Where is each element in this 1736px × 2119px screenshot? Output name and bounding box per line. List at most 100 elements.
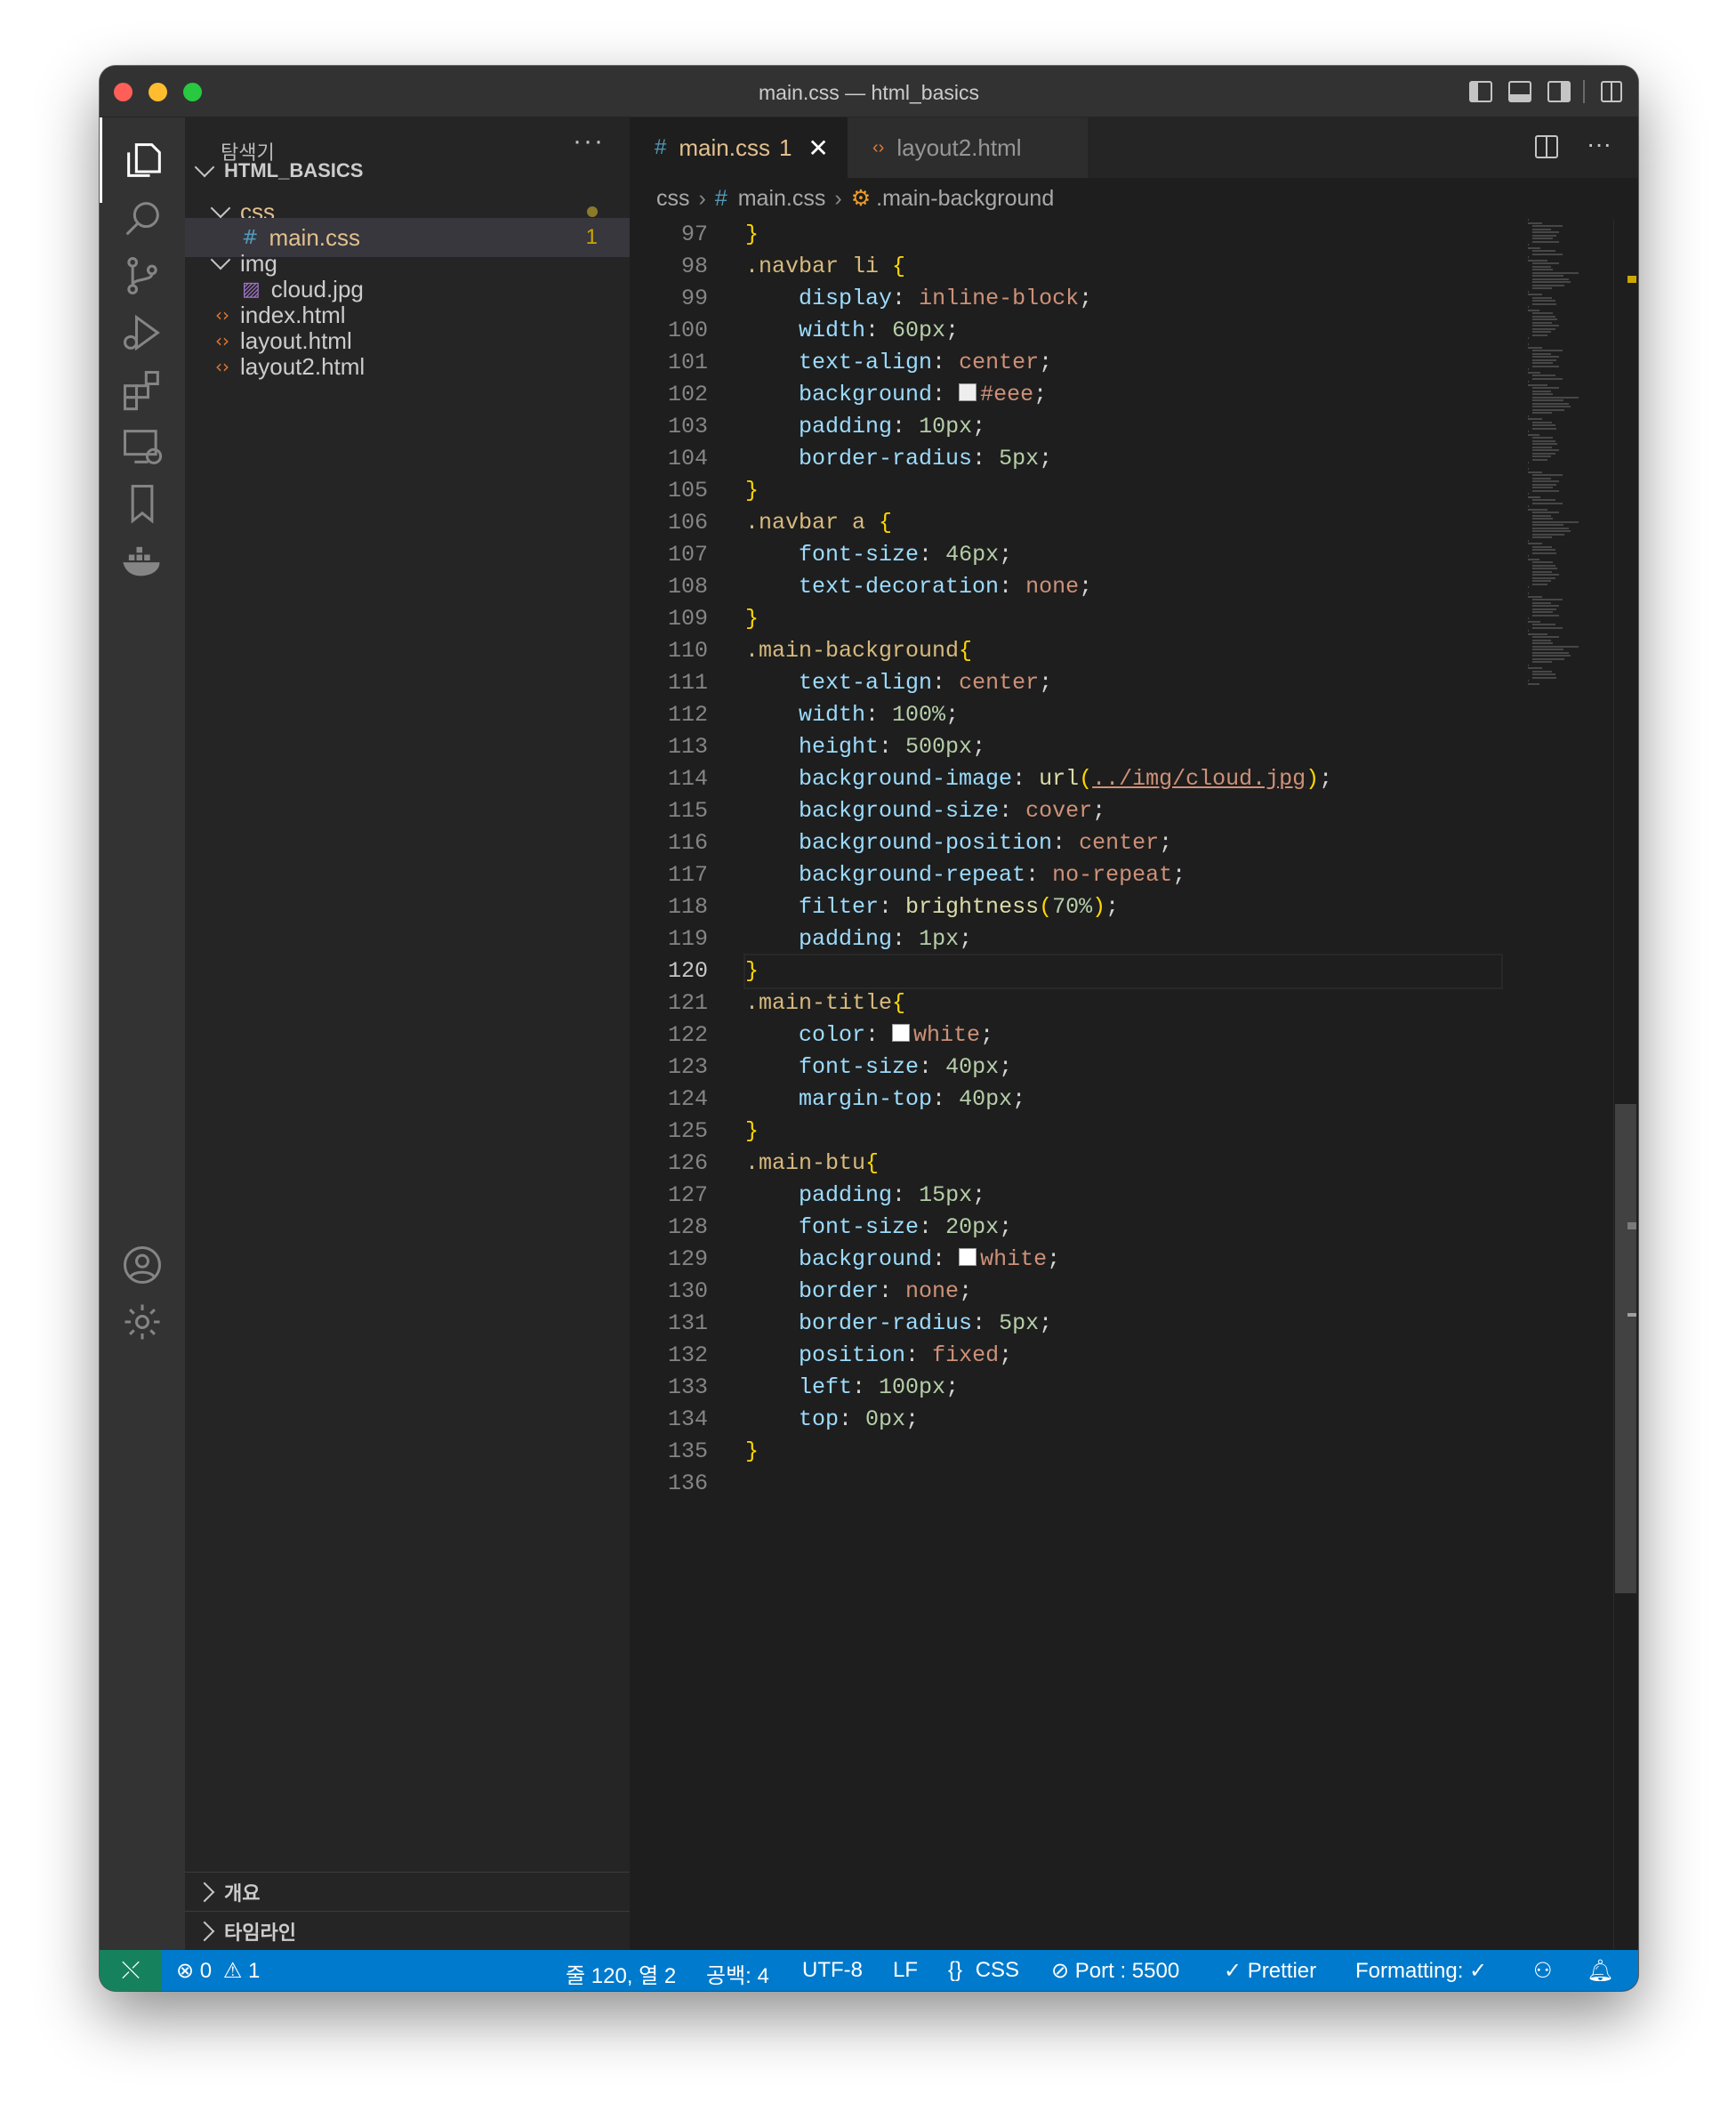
indentation-setting[interactable]: 공백: 4 [706, 1958, 769, 1989]
code-line[interactable]: .main-title{ [745, 987, 1501, 1019]
code-line[interactable] [745, 1468, 1501, 1500]
code-line[interactable]: } [745, 1436, 1501, 1468]
code-line[interactable]: padding: 15px; [745, 1180, 1501, 1212]
remote-icon[interactable]: ⤬ [100, 1950, 162, 1991]
minimap-line [1531, 278, 1570, 280]
minimap-line [1528, 256, 1530, 258]
code-line[interactable]: color: white; [745, 1019, 1501, 1051]
code-line[interactable]: width: 60px; [745, 315, 1501, 347]
live-server-port[interactable]: ⊘ Port : 5500 [1051, 1958, 1179, 1984]
code-line[interactable]: } [743, 954, 1503, 989]
code-line[interactable]: font-size: 46px; [745, 539, 1501, 571]
vscode-window: main.css — html_basics 탐색기 ··· HTML_BASI… [100, 66, 1638, 1991]
minimap-line [1531, 362, 1554, 364]
minimap-line [1531, 524, 1563, 526]
symbol-class-icon: ⚙ [850, 186, 872, 211]
timeline-section[interactable]: 타임라인 [185, 1911, 630, 1951]
workspace-root[interactable]: HTML_BASICS [185, 151, 630, 190]
code-line[interactable]: padding: 10px; [745, 411, 1501, 443]
customize-layout-icon[interactable] [1601, 81, 1622, 102]
code-lines[interactable]: } .navbar li { display: inline-block; wid… [743, 219, 1503, 1500]
code-line[interactable]: } [745, 603, 1501, 635]
eol-setting[interactable]: LF [893, 1958, 918, 1983]
minimap-line [1528, 290, 1530, 293]
problems-indicator[interactable]: ⊗ 0 ⚠ 1 [176, 1958, 260, 1984]
line-number: 101 [667, 350, 708, 375]
code-line[interactable]: background: #eee; [745, 379, 1501, 411]
code-line[interactable]: } [745, 219, 1501, 251]
chevron-down-icon [194, 157, 215, 178]
code-line[interactable]: background-size: cover; [745, 795, 1501, 827]
vertical-scrollbar-track[interactable] [1613, 219, 1638, 1950]
line-number: 129 [667, 1246, 708, 1272]
code-line[interactable]: border-radius: 5px; [745, 1308, 1501, 1340]
toggle-primary-sidebar-icon[interactable] [1469, 81, 1492, 102]
tab-main-css[interactable]: # main.css 1 ✕ [630, 117, 848, 178]
code-line[interactable]: display: inline-block; [745, 283, 1501, 315]
code-editor[interactable]: 97 98 99 100 101 102 103 104 105 106 107 108 109 110 1… [630, 219, 1638, 1950]
breadcrumb-item[interactable]: css [656, 186, 690, 212]
code-line[interactable]: border: none; [745, 1276, 1501, 1308]
cursor-position[interactable]: 줄 120, 열 2 [566, 1958, 676, 1989]
code-line[interactable]: text-align: center; [745, 667, 1501, 699]
code-line[interactable]: } [745, 475, 1501, 507]
code-line[interactable]: height: 500px; [745, 731, 1501, 763]
minimap-line [1531, 240, 1559, 243]
code-line[interactable]: top: 0px; [745, 1404, 1501, 1436]
code-line[interactable]: width: 100%; [745, 699, 1501, 731]
code-line[interactable]: font-size: 40px; [745, 1051, 1501, 1084]
tab-layout2-html[interactable]: ‹› layout2.html [848, 117, 1088, 178]
feedback-icon[interactable]: ⚇ [1533, 1958, 1553, 1984]
split-editor-icon[interactable] [1535, 135, 1558, 158]
code-line[interactable]: border-radius: 5px; [745, 443, 1501, 475]
code-line[interactable]: } [745, 1116, 1501, 1148]
code-line[interactable]: text-align: center; [745, 347, 1501, 379]
code-line[interactable]: .main-background{ [745, 635, 1501, 667]
minimap-line [1528, 219, 1530, 221]
minimap-line [1528, 371, 1541, 374]
code-line[interactable]: filter: brightness(70%); [745, 891, 1501, 923]
minimap-line [1531, 626, 1563, 629]
code-line[interactable]: background-image: url(../img/cloud.jpg); [745, 763, 1501, 795]
code-line[interactable]: .navbar li { [745, 251, 1501, 283]
code-line[interactable]: position: fixed; [745, 1340, 1501, 1372]
line-number: 97 [680, 222, 708, 247]
toggle-panel-icon[interactable] [1508, 81, 1531, 102]
line-number: 136 [667, 1470, 708, 1496]
no-entry-icon: ⊘ [1051, 1959, 1070, 1983]
code-line[interactable]: .main-btu{ [745, 1148, 1501, 1180]
code-line[interactable]: background: white; [745, 1244, 1501, 1276]
minimap-line [1531, 570, 1552, 573]
breadcrumb-item[interactable]: .main-background [876, 186, 1054, 212]
tree-file-layout2-html[interactable]: ‹› layout2.html [185, 347, 630, 386]
code-line[interactable]: background-repeat: no-repeat; [745, 859, 1501, 891]
outline-section[interactable]: 개요 [185, 1872, 630, 1912]
code-line[interactable]: margin-top: 40px; [745, 1084, 1501, 1116]
minimap-line [1531, 549, 1555, 551]
formatting-status[interactable]: Formatting: ✓ [1355, 1958, 1487, 1984]
code-line[interactable]: text-decoration: none; [745, 571, 1501, 603]
code-line[interactable]: font-size: 20px; [745, 1212, 1501, 1244]
notifications-bell-icon[interactable]: 🔔︎ [1587, 1958, 1613, 1984]
breadcrumb-item[interactable]: main.css [738, 186, 826, 212]
minimap-line [1528, 294, 1542, 295]
encoding-setting[interactable]: UTF-8 [802, 1958, 863, 1983]
code-line[interactable]: background-position: center; [745, 827, 1501, 859]
window-title: main.css — html_basics [759, 81, 979, 104]
minimap-line [1531, 568, 1558, 569]
vertical-scrollbar-thumb[interactable] [1615, 1104, 1636, 1593]
language-mode[interactable]: {} CSS [948, 1958, 1019, 1983]
editor-more-actions[interactable]: ··· [1587, 130, 1611, 158]
line-number: 103 [667, 414, 708, 439]
prettier-status[interactable]: ✓ Prettier [1224, 1958, 1316, 1984]
code-line[interactable]: left: 100px; [745, 1372, 1501, 1404]
code-line[interactable]: .navbar a { [745, 507, 1501, 539]
language-label: CSS [975, 1958, 1020, 1982]
close-icon[interactable]: ✕ [808, 133, 828, 163]
minimap[interactable] [1528, 219, 1626, 699]
code-line[interactable]: padding: 1px; [745, 923, 1501, 955]
settings-gear-icon[interactable] [100, 1279, 185, 1365]
toggle-secondary-sidebar-icon[interactable] [1547, 81, 1571, 102]
docker-icon[interactable] [100, 518, 185, 603]
minimap-line [1528, 680, 1530, 681]
